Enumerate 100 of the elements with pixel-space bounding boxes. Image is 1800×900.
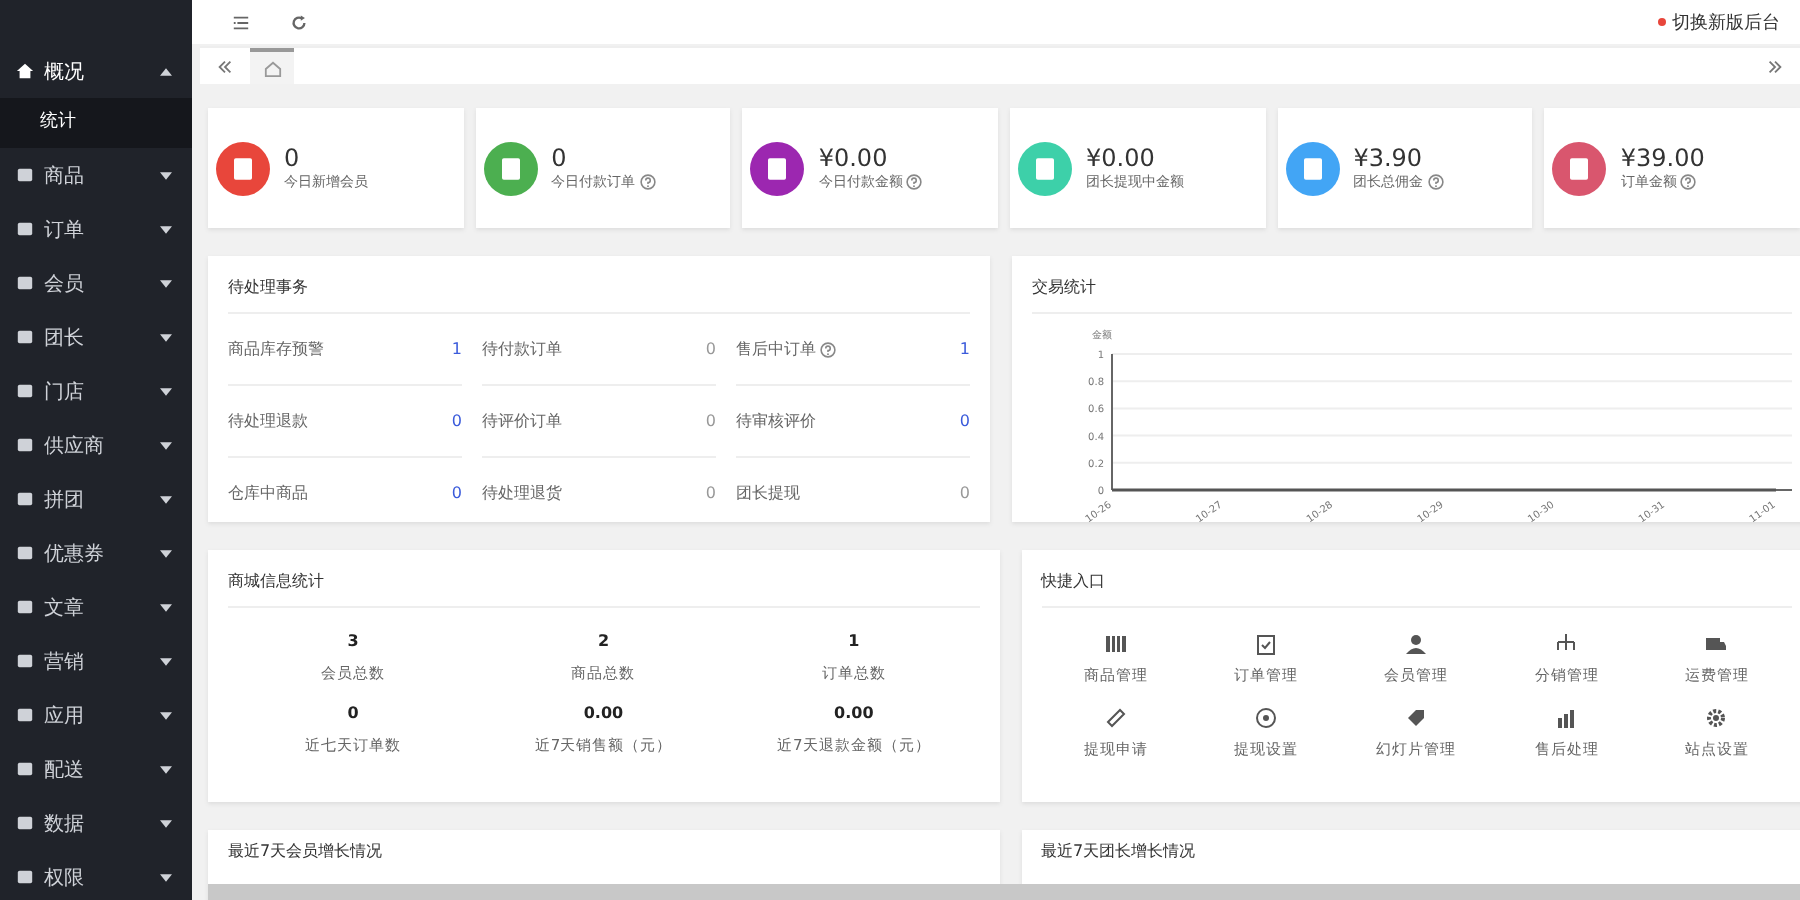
todo-label: 待评价订单 bbox=[482, 410, 562, 432]
list-icon bbox=[1104, 632, 1129, 656]
sidebar-item[interactable]: 优惠券 bbox=[0, 526, 192, 580]
caret-icon bbox=[160, 711, 172, 719]
scroll-bar[interactable] bbox=[208, 884, 1800, 900]
tree-icon bbox=[1554, 632, 1579, 656]
panel-title: 待处理事务 bbox=[228, 256, 970, 314]
sidebar-item[interactable]: 门店 bbox=[0, 364, 192, 418]
square-icon bbox=[16, 760, 34, 778]
stat-value: 0.00 bbox=[581, 704, 626, 722]
caret-icon bbox=[160, 67, 172, 75]
caret-icon bbox=[160, 873, 172, 881]
todo-count: 0 bbox=[705, 340, 716, 358]
todo-label: 仓库中商品 bbox=[228, 482, 308, 504]
clipboard-icon bbox=[1254, 632, 1279, 656]
sidebar-item[interactable]: 营销 bbox=[0, 634, 192, 688]
y-axis bbox=[1111, 353, 1113, 491]
todo-label: 商品库存预警 bbox=[228, 338, 324, 360]
help-icon bbox=[1427, 174, 1444, 190]
stat-value: ¥39.00 bbox=[1620, 144, 1705, 172]
todo-label: 待付款订单 bbox=[482, 338, 562, 360]
caret-icon bbox=[160, 441, 172, 449]
double-chevron-left-icon[interactable] bbox=[216, 57, 234, 75]
todo-count: 0 bbox=[705, 484, 716, 502]
refresh-icon[interactable] bbox=[290, 13, 308, 31]
stat-value: 2 bbox=[595, 632, 612, 650]
help-icon bbox=[1680, 174, 1697, 190]
square-icon bbox=[16, 328, 34, 346]
panel-title: 快捷入口 bbox=[1041, 550, 1792, 608]
sidebar-item[interactable]: 配送 bbox=[0, 742, 192, 796]
square-icon bbox=[16, 220, 34, 238]
help-icon bbox=[906, 174, 923, 190]
sidebar-item[interactable]: 团长 bbox=[0, 310, 192, 364]
truck-icon bbox=[1704, 632, 1729, 656]
todo-count: 0 bbox=[959, 484, 970, 502]
stat-value: 0 bbox=[345, 704, 361, 722]
sidebar-item[interactable]: 会员 bbox=[0, 256, 192, 310]
sidebar-item[interactable]: 文章 bbox=[0, 580, 192, 634]
stat-value: 3 bbox=[345, 632, 361, 650]
todo-count: 0 bbox=[959, 412, 970, 430]
home-icon bbox=[263, 59, 281, 77]
todo-label: 售后中订单 bbox=[736, 338, 816, 360]
coin-icon bbox=[1254, 706, 1279, 730]
sidebar-item[interactable]: 数据 bbox=[0, 796, 192, 850]
home-tab[interactable] bbox=[250, 48, 294, 84]
ticket-icon bbox=[1104, 706, 1129, 730]
sidebar-item[interactable]: 供应商 bbox=[0, 418, 192, 472]
stat-value: 0 bbox=[551, 144, 569, 172]
square-icon bbox=[16, 652, 34, 670]
todo-label: 待处理退款 bbox=[228, 410, 308, 432]
todo-count: 1 bbox=[451, 340, 462, 358]
caret-icon bbox=[160, 495, 172, 503]
square-icon bbox=[16, 598, 34, 616]
square-icon bbox=[16, 166, 34, 184]
sidebar-item[interactable]: 应用 bbox=[0, 688, 192, 742]
home-icon bbox=[16, 62, 34, 80]
users-icon bbox=[1404, 632, 1429, 656]
stat-value: 0 bbox=[284, 144, 302, 172]
stat-value: 0.00 bbox=[832, 704, 876, 722]
sidebar-item[interactable]: 订单 bbox=[0, 202, 192, 256]
menu-icon[interactable] bbox=[232, 13, 250, 31]
caret-icon bbox=[160, 657, 172, 665]
stat-value: ¥0.00 bbox=[818, 144, 890, 172]
caret-icon bbox=[160, 819, 172, 827]
square-icon bbox=[16, 868, 34, 886]
todo-label: 待审核评价 bbox=[736, 410, 816, 432]
gear-icon bbox=[1704, 706, 1729, 730]
caret-icon bbox=[160, 333, 172, 341]
help-icon bbox=[820, 341, 836, 357]
sidebar-subitem[interactable]: 统计 bbox=[0, 98, 192, 148]
help-icon bbox=[639, 174, 656, 190]
todo-label: 待处理退货 bbox=[482, 482, 562, 504]
sidebar-item[interactable]: 权限 bbox=[0, 850, 192, 900]
todo-count: 1 bbox=[959, 340, 970, 358]
todo-count: 0 bbox=[451, 484, 462, 502]
square-icon bbox=[16, 382, 34, 400]
caret-icon bbox=[160, 279, 172, 287]
sidebar-item[interactable]: 拼团 bbox=[0, 472, 192, 526]
double-chevron-right-icon[interactable] bbox=[1766, 57, 1784, 75]
caret-icon bbox=[160, 171, 172, 179]
square-icon bbox=[16, 706, 34, 724]
square-icon bbox=[16, 436, 34, 454]
status-dot bbox=[1658, 18, 1666, 26]
square-icon bbox=[16, 814, 34, 832]
panel-title: 最近7天团长增长情况 bbox=[1041, 840, 1198, 864]
tag-icon bbox=[1404, 706, 1429, 730]
todo-count: 0 bbox=[451, 412, 462, 430]
bars-icon bbox=[1554, 706, 1579, 730]
panel-title: 最近7天会员增长情况 bbox=[228, 840, 385, 864]
sidebar-item[interactable]: 概况 bbox=[0, 44, 192, 98]
stat-value: 1 bbox=[846, 632, 862, 650]
todo-count: 0 bbox=[705, 412, 716, 430]
caret-icon bbox=[160, 225, 172, 233]
panel-title: 交易统计 bbox=[1032, 256, 1792, 314]
caret-icon bbox=[160, 549, 172, 557]
square-icon bbox=[16, 490, 34, 508]
stat-value: ¥3.90 bbox=[1353, 144, 1425, 172]
caret-icon bbox=[160, 765, 172, 773]
sidebar-item[interactable]: 商品 bbox=[0, 148, 192, 202]
switch-link[interactable]: 切换新版后台 bbox=[1672, 9, 1780, 35]
